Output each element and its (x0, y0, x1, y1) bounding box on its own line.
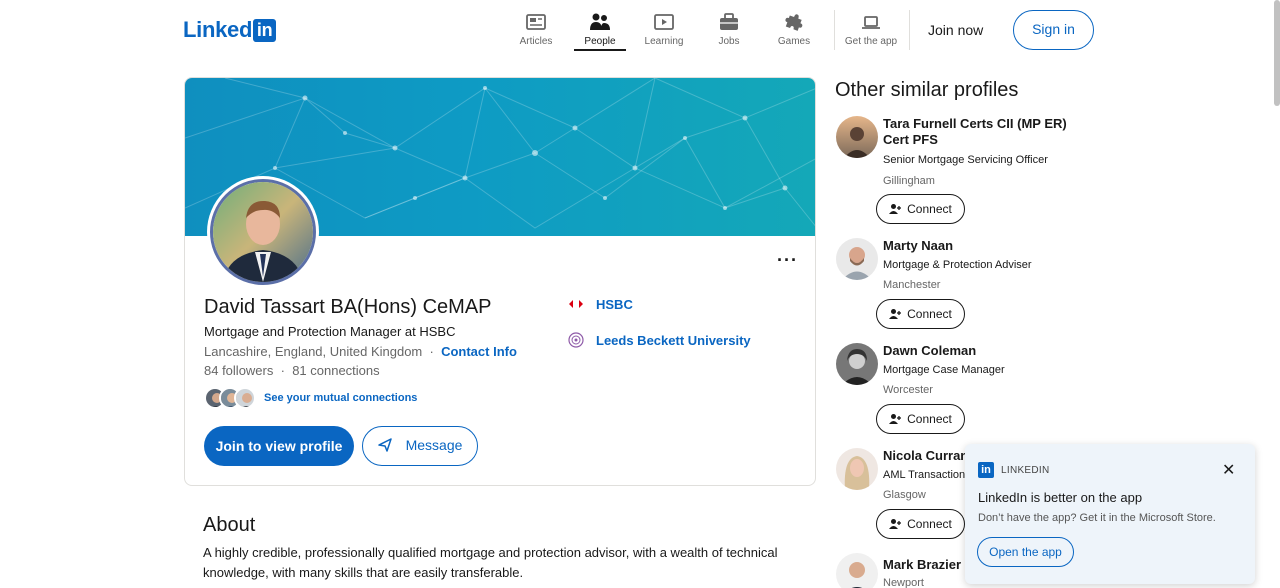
logo-text: Linked (183, 17, 253, 42)
company-link[interactable]: HSBC (568, 296, 633, 312)
logo-in-box: in (253, 18, 277, 42)
about-heading: About (203, 514, 256, 536)
profile-photo-image (213, 182, 313, 282)
profile-card: ··· David Tassart BA(Hons) CeMAP Mortgag… (184, 77, 816, 486)
mutual-connections[interactable]: See your mutual connections (204, 387, 417, 409)
avatar[interactable] (836, 238, 878, 280)
popup-title: LinkedIn is better on the app (978, 490, 1143, 505)
nav-jobs-label: Jobs (718, 36, 740, 47)
contact-info-link[interactable]: Contact Info (441, 344, 517, 359)
nav-people[interactable]: People (570, 12, 630, 51)
connect-button[interactable]: Connect (876, 299, 965, 329)
games-icon (785, 14, 803, 31)
articles-icon (526, 14, 546, 30)
connections-count: 81 connections (292, 363, 380, 378)
top-nav: Linked in Articles People Learning Jobs G… (0, 0, 1280, 60)
connect-button[interactable]: Connect (876, 509, 965, 539)
similar-profiles-heading: Other similar profiles (835, 79, 1019, 101)
scrollbar[interactable] (1274, 0, 1280, 106)
close-icon[interactable]: ✕ (1222, 460, 1235, 480)
add-person-icon (889, 519, 902, 529)
nav-divider (909, 10, 910, 50)
profile-stats: 84 followers · 81 connections (204, 363, 380, 378)
add-person-icon (889, 309, 902, 319)
nav-get-app[interactable]: Get the app (841, 12, 901, 47)
message-button-label: Message (405, 437, 463, 453)
add-person-icon (889, 204, 902, 214)
avatar[interactable] (836, 343, 878, 385)
laptop-icon (862, 16, 880, 29)
profile-headline: Mortgage and Protection Manager at HSBC (204, 324, 456, 339)
send-icon (377, 438, 392, 452)
nav-learning-label: Learning (644, 36, 684, 47)
linkedin-logo-icon: in (978, 462, 994, 478)
avatar[interactable] (836, 448, 878, 490)
similar-profile-location: Newport (883, 577, 924, 588)
connect-button[interactable]: Connect (876, 194, 965, 224)
hsbc-logo-icon (569, 300, 583, 308)
more-options-icon[interactable]: ··· (777, 250, 798, 271)
add-person-icon (889, 414, 902, 424)
nav-articles-label: Articles (519, 36, 553, 47)
similar-profile-title: Senior Mortgage Servicing Officer (883, 154, 1048, 166)
similar-profile-title: Mortgage Case Manager (883, 364, 1005, 376)
similar-profile-name[interactable]: Dawn Coleman (883, 343, 1093, 359)
nav-get-app-label: Get the app (844, 36, 898, 47)
similar-profile-name[interactable]: Tara Furnell Certs CII (MP ER) Cert PFS (883, 116, 1093, 148)
separator: · (280, 363, 285, 378)
avatar[interactable] (836, 116, 878, 158)
similar-profile-location: Gillingham (883, 175, 935, 187)
sign-in-button[interactable]: Sign in (1013, 10, 1094, 50)
connect-label: Connect (907, 412, 952, 426)
nav-people-label: People (584, 36, 616, 47)
avatar (210, 179, 316, 285)
nav-games-label: Games (777, 36, 811, 47)
profile-location-line: Lancashire, England, United Kingdom · Co… (204, 344, 517, 359)
mutual-connections-label: See your mutual connections (264, 392, 418, 404)
profile-name: David Tassart BA(Hons) CeMAP (204, 296, 492, 318)
similar-profile-location: Glasgow (883, 489, 926, 501)
message-button[interactable]: Message (362, 426, 478, 466)
popup-subtitle: Don’t have the app? Get it in the Micros… (978, 512, 1216, 524)
university-crest-icon (568, 332, 584, 348)
similar-profile-title: Mortgage & Protection Adviser (883, 259, 1032, 271)
mutual-avatar (234, 387, 256, 409)
popup-brand: LINKEDIN (1001, 465, 1050, 476)
connect-label: Connect (907, 307, 952, 321)
avatar[interactable] (836, 553, 878, 588)
connect-button[interactable]: Connect (876, 404, 965, 434)
join-to-view-profile-button[interactable]: Join to view profile (204, 426, 354, 466)
similar-profile-location: Manchester (883, 279, 941, 291)
nav-divider (834, 10, 835, 50)
open-app-button[interactable]: Open the app (977, 537, 1074, 567)
app-promo-popup: in LINKEDIN ✕ LinkedIn is better on the … (965, 444, 1255, 584)
nav-jobs[interactable]: Jobs (699, 12, 759, 47)
separator: · (429, 344, 434, 359)
linkedin-logo[interactable]: Linked in (183, 17, 277, 43)
company-name: HSBC (596, 296, 633, 312)
join-now-link[interactable]: Join now (928, 22, 983, 38)
connect-label: Connect (907, 202, 952, 216)
about-text: A highly credible, professionally qualif… (203, 545, 778, 580)
learning-icon (654, 14, 674, 30)
connect-label: Connect (907, 517, 952, 531)
profile-location: Lancashire, England, United Kingdom (204, 344, 423, 359)
school-name: Leeds Beckett University (596, 332, 751, 348)
similar-profile-name[interactable]: Marty Naan (883, 238, 1093, 254)
followers-count: 84 followers (204, 363, 274, 378)
similar-profile-location: Worcester (883, 384, 933, 396)
school-link[interactable]: Leeds Beckett University (568, 332, 751, 348)
nav-games[interactable]: Games (764, 12, 824, 47)
profile-photo[interactable] (207, 176, 319, 288)
nav-learning[interactable]: Learning (634, 12, 694, 47)
nav-articles[interactable]: Articles (506, 12, 566, 47)
jobs-icon (720, 13, 738, 30)
people-icon (590, 13, 610, 30)
